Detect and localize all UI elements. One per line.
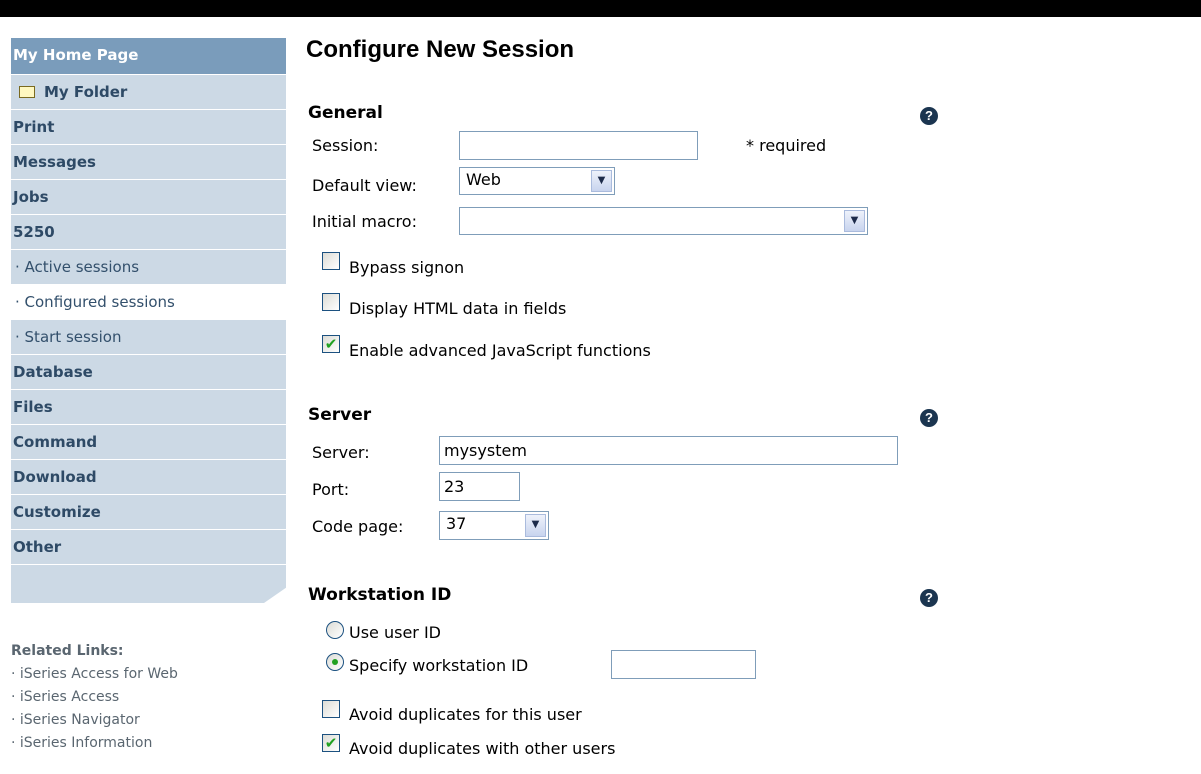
chevron-down-icon: ▼: [525, 514, 546, 537]
specify-workstation-radio[interactable]: [326, 653, 344, 671]
display-html-label[interactable]: Display HTML data in fields: [349, 299, 566, 318]
initial-macro-select[interactable]: ▼: [459, 207, 868, 235]
display-html-checkbox[interactable]: [322, 293, 340, 311]
related-links-title: Related Links:: [11, 643, 124, 659]
sidebar-item-customize[interactable]: Customize: [11, 495, 286, 530]
workstation-section-title: Workstation ID: [308, 585, 452, 605]
enable-js-checkbox[interactable]: ✔: [322, 335, 340, 353]
avoid-duplicates-user-label[interactable]: Avoid duplicates for this user: [349, 705, 582, 724]
sidebar-footer: [11, 565, 286, 603]
workstation-id-input[interactable]: [611, 650, 756, 679]
general-section-title: General: [308, 103, 383, 123]
check-icon: ✔: [324, 734, 338, 752]
default-view-value: Web: [466, 170, 501, 189]
sidebar-item-files[interactable]: Files: [11, 390, 286, 425]
sidebar-item-jobs[interactable]: Jobs: [11, 180, 286, 215]
avoid-duplicates-others-label[interactable]: Avoid duplicates with other users: [349, 739, 615, 758]
sidebar-subitem-start-session[interactable]: · Start session: [11, 320, 286, 355]
sidebar-item-download[interactable]: Download: [11, 460, 286, 495]
sidebar-item-other[interactable]: Other: [11, 530, 286, 565]
sidebar-item-5250[interactable]: 5250: [11, 215, 286, 250]
port-label: Port:: [312, 480, 350, 499]
sidebar-item-messages[interactable]: Messages: [11, 145, 286, 180]
sidebar-nav: My Home Page My Folder Print Messages Jo…: [11, 38, 286, 755]
server-input[interactable]: [439, 436, 898, 465]
related-link-navigator[interactable]: · iSeries Navigator: [11, 709, 286, 732]
bypass-signon-checkbox[interactable]: [322, 252, 340, 270]
sidebar-item-label: My Folder: [44, 82, 128, 101]
port-input[interactable]: [439, 472, 520, 501]
session-label: Session:: [312, 136, 379, 155]
chevron-down-icon: ▼: [844, 210, 865, 232]
related-link-information[interactable]: · iSeries Information: [11, 732, 286, 755]
top-bar: [0, 0, 1201, 17]
avoid-duplicates-others-checkbox[interactable]: ✔: [322, 734, 340, 752]
help-icon[interactable]: ?: [920, 107, 938, 125]
related-link-access[interactable]: · iSeries Access: [11, 686, 286, 709]
enable-js-label[interactable]: Enable advanced JavaScript functions: [349, 341, 651, 360]
code-page-value: 37: [446, 514, 467, 533]
sidebar-item-home[interactable]: My Home Page: [11, 38, 286, 75]
radio-selected-dot: [332, 659, 338, 665]
sidebar-subitem-active-sessions[interactable]: · Active sessions: [11, 250, 286, 285]
default-view-select[interactable]: Web ▼: [459, 167, 615, 195]
chevron-down-icon: ▼: [591, 170, 612, 192]
check-icon: ✔: [324, 335, 338, 353]
sidebar-item-print[interactable]: Print: [11, 110, 286, 145]
bypass-signon-label[interactable]: Bypass signon: [349, 258, 464, 277]
folder-icon: [19, 86, 35, 98]
use-user-id-label[interactable]: Use user ID: [349, 623, 441, 642]
use-user-id-radio[interactable]: [326, 621, 344, 639]
related-link-access-for-web[interactable]: · iSeries Access for Web: [11, 663, 286, 686]
help-icon[interactable]: ?: [920, 409, 938, 427]
code-page-label: Code page:: [312, 517, 404, 536]
sidebar-item-my-folder[interactable]: My Folder: [11, 75, 286, 110]
page-title: Configure New Session: [306, 36, 575, 63]
avoid-duplicates-user-checkbox[interactable]: [322, 700, 340, 718]
help-icon[interactable]: ?: [920, 589, 938, 607]
session-input[interactable]: [459, 131, 698, 160]
sidebar-subitem-configured-sessions[interactable]: · Configured sessions: [11, 285, 286, 320]
code-page-select[interactable]: 37 ▼: [439, 511, 549, 540]
server-section-title: Server: [308, 405, 372, 425]
server-label: Server:: [312, 443, 370, 462]
required-note: * required: [746, 136, 827, 155]
initial-macro-label: Initial macro:: [312, 212, 417, 231]
sidebar-item-command[interactable]: Command: [11, 425, 286, 460]
default-view-label: Default view:: [312, 176, 417, 195]
sidebar-item-database[interactable]: Database: [11, 355, 286, 390]
related-links: Related Links: · iSeries Access for Web …: [11, 639, 286, 755]
specify-workstation-label[interactable]: Specify workstation ID: [349, 656, 528, 675]
